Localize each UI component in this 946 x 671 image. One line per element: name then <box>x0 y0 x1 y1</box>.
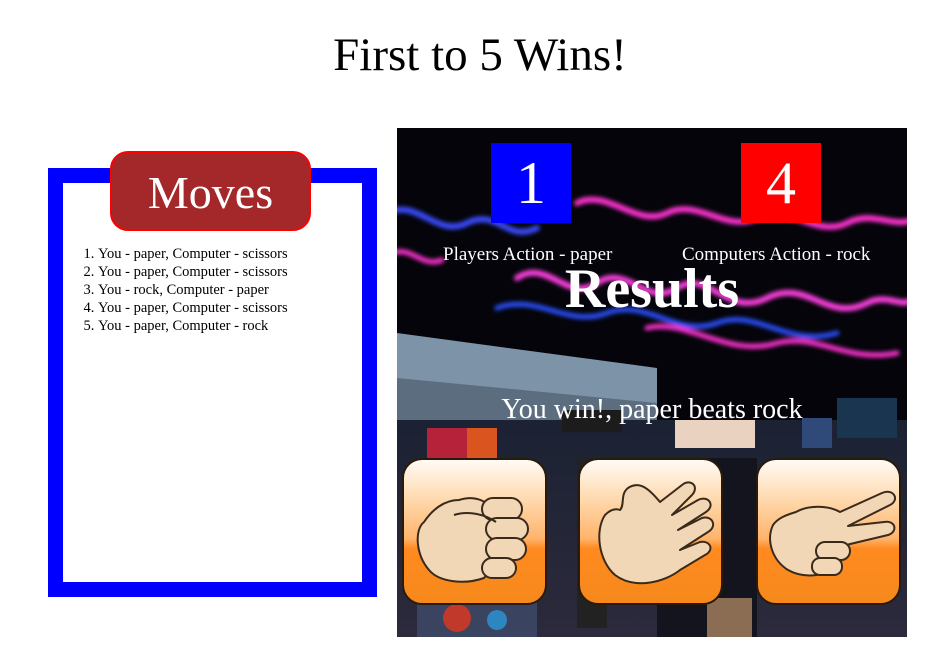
results-title: Results <box>564 258 740 320</box>
moves-list: You - paper, Computer - scissors You - p… <box>67 245 288 335</box>
rock-button[interactable] <box>402 458 547 605</box>
player-score: 1 <box>491 143 571 223</box>
move-item: You - paper, Computer - scissors <box>98 263 288 281</box>
paper-button[interactable] <box>578 458 723 605</box>
move-item: You - paper, Computer - scissors <box>98 299 288 317</box>
game-board: 1 4 Players Action - paper Computers Act… <box>397 128 907 637</box>
move-item: You - paper, Computer - scissors <box>98 245 288 263</box>
result-message: You win!, paper beats rock <box>501 394 803 425</box>
rock-hand-icon <box>416 497 529 583</box>
page-title: First to 5 Wins! <box>333 29 627 81</box>
scissors-hand-icon <box>769 490 897 577</box>
scissors-button[interactable] <box>756 458 901 605</box>
move-item: You - paper, Computer - rock <box>98 317 288 335</box>
moves-heading: Moves <box>110 151 311 231</box>
move-item: You - rock, Computer - paper <box>98 281 288 299</box>
paper-hand-icon <box>598 481 715 585</box>
computer-score: 4 <box>741 143 821 223</box>
